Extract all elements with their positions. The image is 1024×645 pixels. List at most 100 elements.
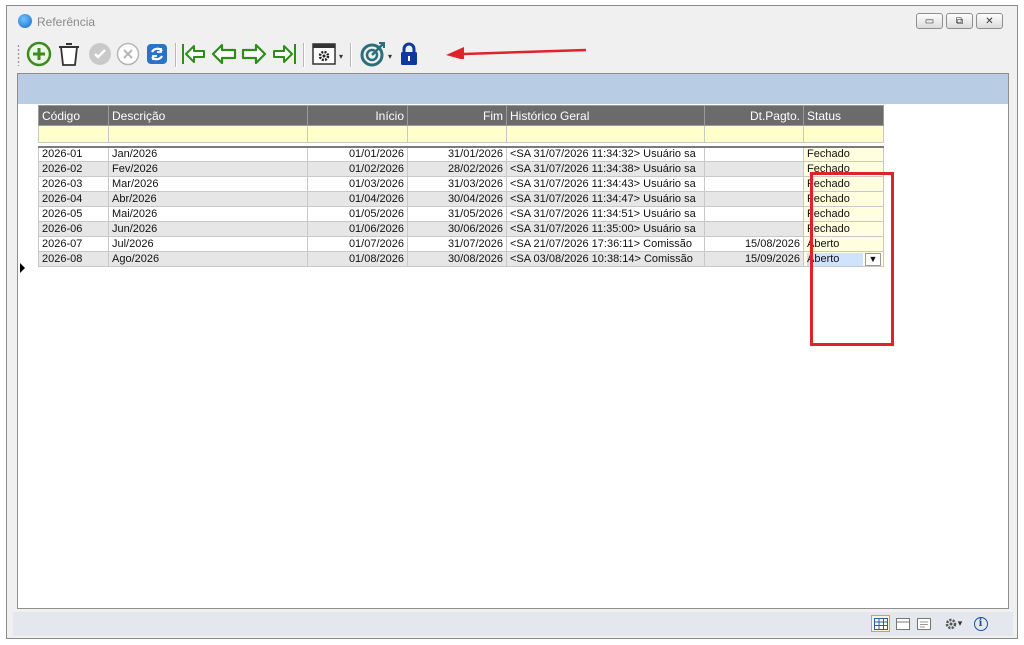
refresh-button[interactable] (143, 40, 171, 68)
filter-cell-status[interactable] (803, 125, 884, 143)
table-row[interactable]: 2026-02 Fev/2026 01/02/2026 28/02/2026 <SA 3… (38, 161, 884, 177)
column-header-dtpagto[interactable]: Dt.Pagto. (704, 105, 804, 126)
table-row[interactable]: 2026-07 Jul/2026 01/07/2026 31/07/2026 <SA 2… (38, 236, 884, 252)
cell-inicio[interactable]: 01/02/2026 (307, 161, 408, 177)
toolbar-grip[interactable] (17, 44, 20, 66)
filter-cell-fim[interactable] (407, 125, 507, 143)
cell-codigo[interactable]: 2026-07 (38, 236, 109, 252)
restore-button[interactable]: ⧉ (946, 13, 973, 29)
card-view-button[interactable] (914, 615, 933, 632)
table-row[interactable]: 2026-05 Mai/2026 01/05/2026 31/05/2026 <SA 3… (38, 206, 884, 222)
target-button[interactable] (359, 40, 387, 68)
filter-cell-codigo[interactable] (38, 125, 109, 143)
cell-fim[interactable]: 30/08/2026 (407, 251, 507, 267)
filter-cell-historico[interactable] (506, 125, 705, 143)
cell-dtpagto[interactable]: 15/09/2026 (704, 251, 804, 267)
cell-descricao[interactable]: Jul/2026 (108, 236, 308, 252)
cell-descricao[interactable]: Jan/2026 (108, 146, 308, 162)
cell-descricao[interactable]: Mar/2026 (108, 176, 308, 192)
column-header-fim[interactable]: Fim (407, 105, 507, 126)
cell-historico[interactable]: <SA 31/07/2026 11:34:47> Usuário sa (506, 191, 705, 207)
cell-dtpagto[interactable] (704, 191, 804, 207)
column-header-descricao[interactable]: Descrição (108, 105, 308, 126)
cell-fim[interactable]: 31/07/2026 (407, 236, 507, 252)
filter-cell-descricao[interactable] (108, 125, 308, 143)
cell-codigo[interactable]: 2026-02 (38, 161, 109, 177)
cell-inicio[interactable]: 01/03/2026 (307, 176, 408, 192)
table-row[interactable]: 2026-08 Ago/2026 01/08/2026 30/08/2026 <SA 0… (38, 251, 884, 267)
close-button[interactable]: ✕ (976, 13, 1003, 29)
column-header-status[interactable]: Status (803, 105, 884, 126)
lock-button[interactable] (395, 40, 423, 68)
cell-fim[interactable]: 31/05/2026 (407, 206, 507, 222)
cell-status[interactable]: Fechado (803, 161, 884, 177)
cell-inicio[interactable]: 01/01/2026 (307, 146, 408, 162)
cell-status[interactable]: Fechado (803, 221, 884, 237)
cell-fim[interactable]: 30/06/2026 (407, 221, 507, 237)
cell-dtpagto[interactable] (704, 176, 804, 192)
cell-inicio[interactable]: 01/04/2026 (307, 191, 408, 207)
cell-codigo[interactable]: 2026-04 (38, 191, 109, 207)
column-header-historico[interactable]: Histórico Geral (506, 105, 705, 126)
cell-historico[interactable]: <SA 31/07/2026 11:34:32> Usuário sa (506, 146, 705, 162)
grid-view-button[interactable] (871, 615, 890, 632)
cell-dtpagto[interactable] (704, 161, 804, 177)
cell-fim[interactable]: 31/03/2026 (407, 176, 507, 192)
title-bar[interactable]: Referência ▭ ⧉ ✕ (7, 6, 1017, 36)
info-button[interactable]: i (971, 615, 990, 632)
previous-record-button[interactable] (210, 40, 238, 68)
column-header-codigo[interactable]: Código (38, 105, 109, 126)
cell-inicio[interactable]: 01/07/2026 (307, 236, 408, 252)
cell-fim[interactable]: 30/04/2026 (407, 191, 507, 207)
form-view-button[interactable] (893, 615, 912, 632)
cell-historico[interactable]: <SA 31/07/2026 11:34:51> Usuário sa (506, 206, 705, 222)
delete-button[interactable] (55, 40, 83, 68)
cell-codigo[interactable]: 2026-05 (38, 206, 109, 222)
cell-historico[interactable]: <SA 31/07/2026 11:34:38> Usuário sa (506, 161, 705, 177)
cell-status[interactable]: Aberto (803, 236, 884, 252)
cell-fim[interactable]: 31/01/2026 (407, 146, 507, 162)
actions-menu-dropdown-icon[interactable]: ▾ (339, 52, 343, 61)
status-combo-editor[interactable]: Aberto (807, 252, 863, 266)
cell-descricao[interactable]: Ago/2026 (108, 251, 308, 267)
actions-menu-button[interactable] (310, 40, 338, 68)
cell-status[interactable]: Fechado (803, 191, 884, 207)
table-row[interactable]: 2026-06 Jun/2026 01/06/2026 30/06/2026 <SA 3… (38, 221, 884, 237)
cell-inicio[interactable]: 01/08/2026 (307, 251, 408, 267)
cell-dtpagto[interactable] (704, 146, 804, 162)
cell-descricao[interactable]: Mai/2026 (108, 206, 308, 222)
cell-dtpagto[interactable] (704, 221, 804, 237)
first-record-button[interactable] (180, 40, 208, 68)
cell-historico[interactable]: <SA 03/08/2026 10:38:14> Comissão (506, 251, 705, 267)
cell-descricao[interactable]: Jun/2026 (108, 221, 308, 237)
cell-historico[interactable]: <SA 21/07/2026 17:36:11> Comissão (506, 236, 705, 252)
filter-cell-inicio[interactable] (307, 125, 408, 143)
cell-descricao[interactable]: Abr/2026 (108, 191, 308, 207)
table-row[interactable]: 2026-04 Abr/2026 01/04/2026 30/04/2026 <SA 3… (38, 191, 884, 207)
target-dropdown-icon[interactable]: ▾ (388, 52, 392, 61)
cell-status[interactable]: Fechado (803, 176, 884, 192)
filter-cell-dtpagto[interactable] (704, 125, 804, 143)
cell-dtpagto[interactable] (704, 206, 804, 222)
cell-inicio[interactable]: 01/06/2026 (307, 221, 408, 237)
settings-button[interactable]: ▾ (940, 615, 966, 632)
cell-inicio[interactable]: 01/05/2026 (307, 206, 408, 222)
cell-codigo[interactable]: 2026-06 (38, 221, 109, 237)
cell-codigo[interactable]: 2026-01 (38, 146, 109, 162)
cell-status[interactable]: Fechado (803, 146, 884, 162)
cell-status[interactable]: Fechado (803, 206, 884, 222)
cancel-button[interactable] (114, 40, 142, 68)
cell-historico[interactable]: <SA 31/07/2026 11:35:00> Usuário sa (506, 221, 705, 237)
minimize-button[interactable]: ▭ (916, 13, 943, 29)
cell-descricao[interactable]: Fev/2026 (108, 161, 308, 177)
cell-status[interactable]: Aberto ▼ (803, 251, 884, 267)
table-row[interactable]: 2026-01 Jan/2026 01/01/2026 31/01/2026 <SA 3… (38, 146, 884, 162)
confirm-button[interactable] (86, 40, 114, 68)
cell-codigo[interactable]: 2026-08 (38, 251, 109, 267)
add-button[interactable] (25, 40, 53, 68)
last-record-button[interactable] (270, 40, 298, 68)
status-dropdown-icon[interactable]: ▼ (865, 253, 881, 266)
next-record-button[interactable] (240, 40, 268, 68)
cell-dtpagto[interactable]: 15/08/2026 (704, 236, 804, 252)
table-row[interactable]: 2026-03 Mar/2026 01/03/2026 31/03/2026 <SA 3… (38, 176, 884, 192)
